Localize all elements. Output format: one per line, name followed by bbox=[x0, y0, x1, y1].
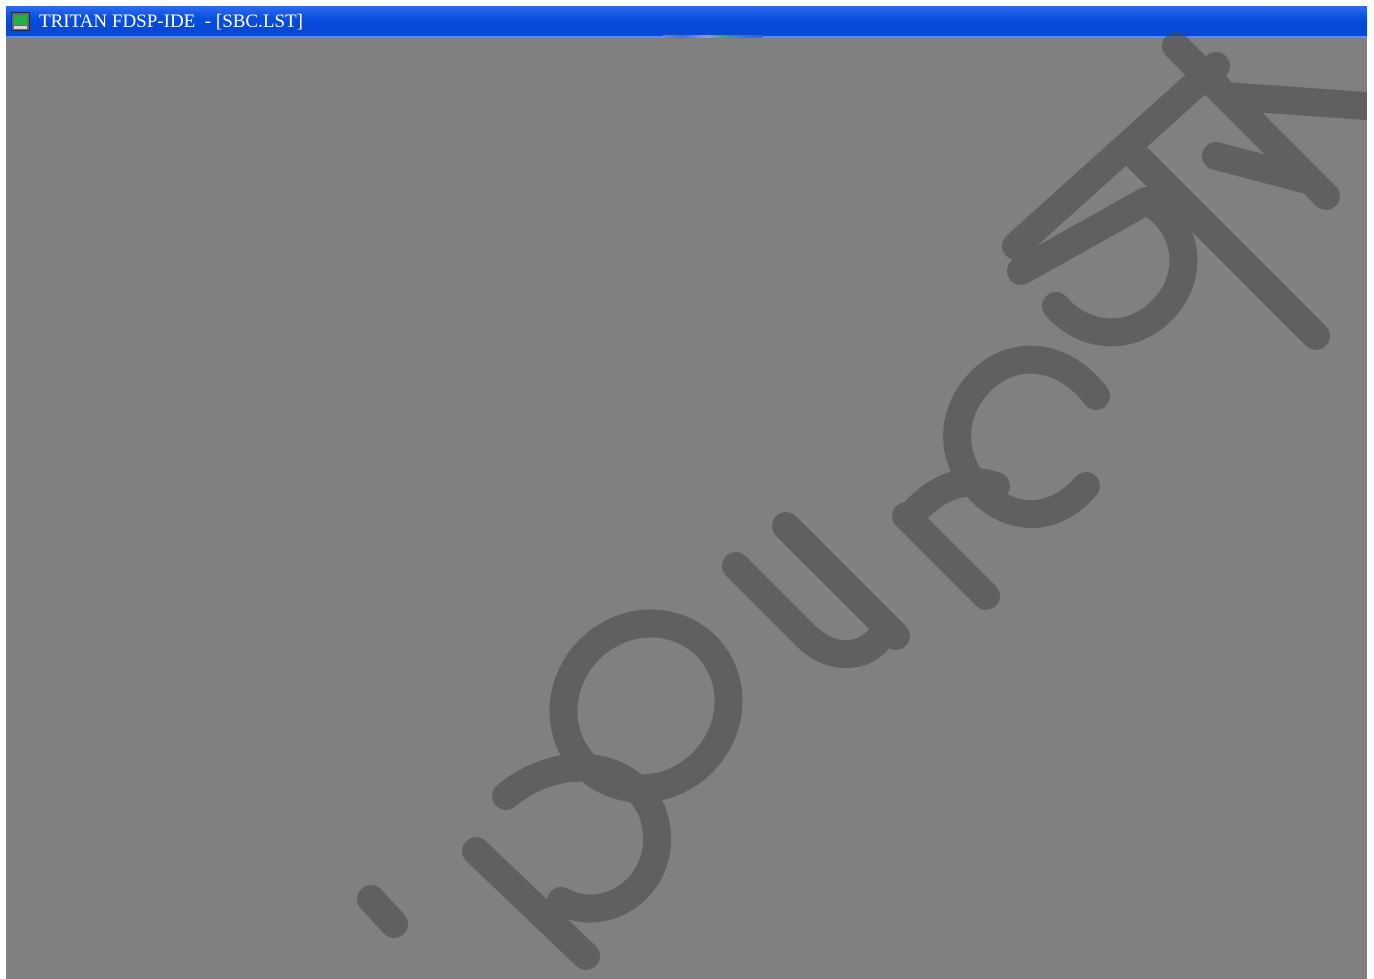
app-icon[interactable] bbox=[11, 12, 30, 31]
app-icon-base bbox=[14, 26, 27, 29]
title-bar[interactable]: TRITAN FDSP-IDE - [SBC.LST] bbox=[6, 6, 1367, 38]
app-window: TRITAN FDSP-IDE - [SBC.LST] bbox=[6, 6, 1367, 979]
mdi-workspace[interactable] bbox=[6, 38, 1367, 979]
window-title: TRITAN FDSP-IDE - [SBC.LST] bbox=[39, 11, 303, 32]
app-icon-screen bbox=[14, 15, 27, 25]
